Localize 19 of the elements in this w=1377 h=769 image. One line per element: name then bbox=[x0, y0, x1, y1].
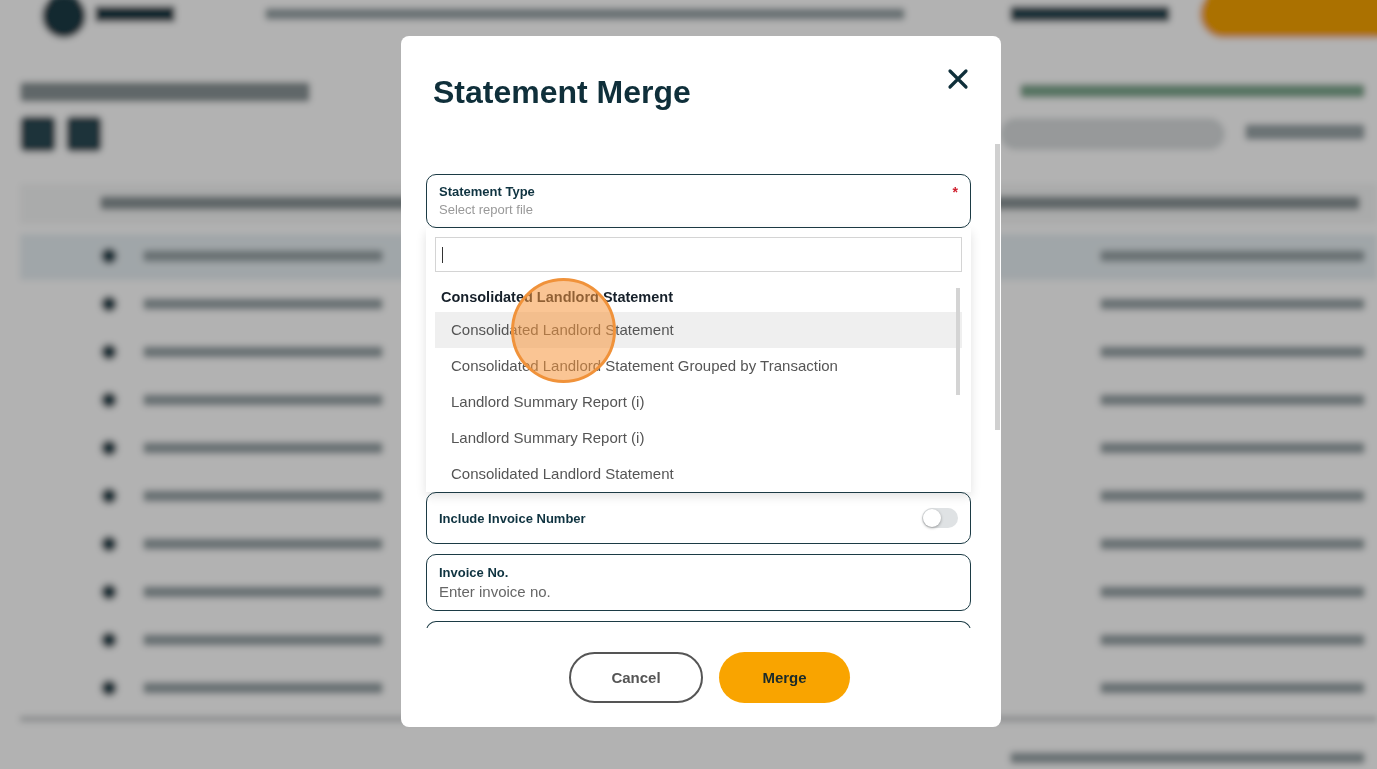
dropdown-option[interactable]: Landlord Summary Report (i) bbox=[435, 384, 962, 420]
scrollbar[interactable] bbox=[995, 144, 1000, 430]
required-mark: * bbox=[952, 184, 958, 200]
scrollbar[interactable] bbox=[956, 288, 960, 395]
field-label: Statement Type bbox=[439, 184, 535, 200]
field-placeholder: Enter invoice no. bbox=[439, 583, 552, 600]
dropdown-option[interactable]: Landlord Summary Report (i) bbox=[435, 420, 962, 456]
cancel-button[interactable]: Cancel bbox=[569, 652, 703, 703]
field-label: Include Invoice Number bbox=[439, 510, 586, 526]
search-field[interactable] bbox=[435, 237, 962, 272]
field-placeholder: Select report file bbox=[439, 202, 534, 217]
merge-button[interactable]: Merge bbox=[719, 652, 850, 703]
dropdown-option[interactable]: Consolidated Landlord Statement bbox=[435, 456, 962, 492]
statement-type-dropdown[interactable]: Statement Type * Select report file bbox=[426, 174, 971, 228]
dialog-title: Statement Merge bbox=[433, 74, 691, 111]
invoice-number-field[interactable]: Invoice No. Enter invoice no. bbox=[426, 554, 971, 611]
close-icon[interactable] bbox=[947, 68, 969, 90]
toggle-switch[interactable] bbox=[922, 508, 958, 528]
field-label: Invoice No. bbox=[439, 565, 510, 580]
